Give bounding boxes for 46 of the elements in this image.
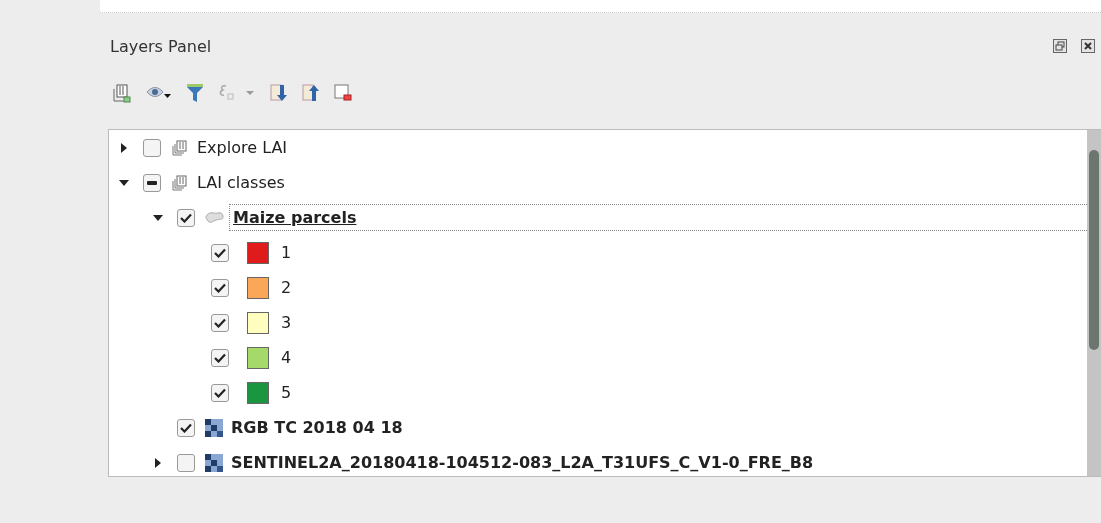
partial-check-icon xyxy=(147,180,157,185)
checkbox[interactable] xyxy=(211,348,229,367)
checkbox[interactable] xyxy=(211,383,229,402)
collapse-arrow-icon[interactable] xyxy=(118,178,130,187)
checkmark-icon xyxy=(214,352,226,363)
checkmark-icon xyxy=(214,282,226,293)
checkmark-icon xyxy=(214,387,226,398)
panel-title: Layers Panel xyxy=(110,36,213,56)
eye-dropdown-icon[interactable] xyxy=(146,86,172,100)
layer-name[interactable]: 1 xyxy=(281,243,292,262)
checkmark-icon xyxy=(180,422,192,433)
expand-arrow-icon[interactable] xyxy=(120,141,128,154)
layer-group-icon xyxy=(171,173,189,192)
checkbox[interactable] xyxy=(177,418,195,437)
layer-group-icon xyxy=(171,138,189,157)
layer-name[interactable]: 3 xyxy=(281,313,292,332)
add-group-icon[interactable] xyxy=(112,83,132,103)
float-panel-icon[interactable] xyxy=(1053,39,1067,53)
layer-name[interactable]: 2 xyxy=(281,278,292,297)
raster-layer-icon xyxy=(205,418,223,437)
checkbox[interactable] xyxy=(211,313,229,332)
close-icon[interactable] xyxy=(1081,39,1095,53)
scrollbar[interactable] xyxy=(1087,130,1101,476)
expand-all-icon[interactable] xyxy=(270,84,288,102)
filter-icon[interactable] xyxy=(186,83,204,103)
checkbox[interactable] xyxy=(177,453,195,472)
layer-name[interactable]: Explore LAI xyxy=(197,138,288,157)
checkbox[interactable] xyxy=(211,243,229,262)
remove-layer-icon[interactable] xyxy=(334,84,352,102)
checkbox[interactable] xyxy=(143,138,161,157)
layer-name[interactable]: SENTINEL2A_20180418-104512-083_L2A_T31UFS_C_V1-0_FRE_B8 xyxy=(231,453,814,472)
checkbox[interactable] xyxy=(143,173,161,192)
raster-layer-icon xyxy=(205,453,223,472)
polygon-layer-icon xyxy=(205,209,225,226)
expand-arrow-icon[interactable] xyxy=(154,456,162,469)
layer-name[interactable]: RGB TC 2018 04 18 xyxy=(231,418,403,437)
layer-name[interactable]: 4 xyxy=(281,348,292,367)
layer-name[interactable]: LAI classes xyxy=(197,173,285,192)
checkbox[interactable] xyxy=(211,278,229,297)
checkmark-icon xyxy=(180,212,192,223)
collapse-arrow-icon[interactable] xyxy=(152,213,164,222)
checkmark-icon xyxy=(214,317,226,328)
layer-name[interactable]: 5 xyxy=(281,383,292,402)
collapse-all-icon[interactable] xyxy=(302,84,320,102)
checkmark-icon xyxy=(214,247,226,258)
checkbox[interactable] xyxy=(177,208,195,227)
